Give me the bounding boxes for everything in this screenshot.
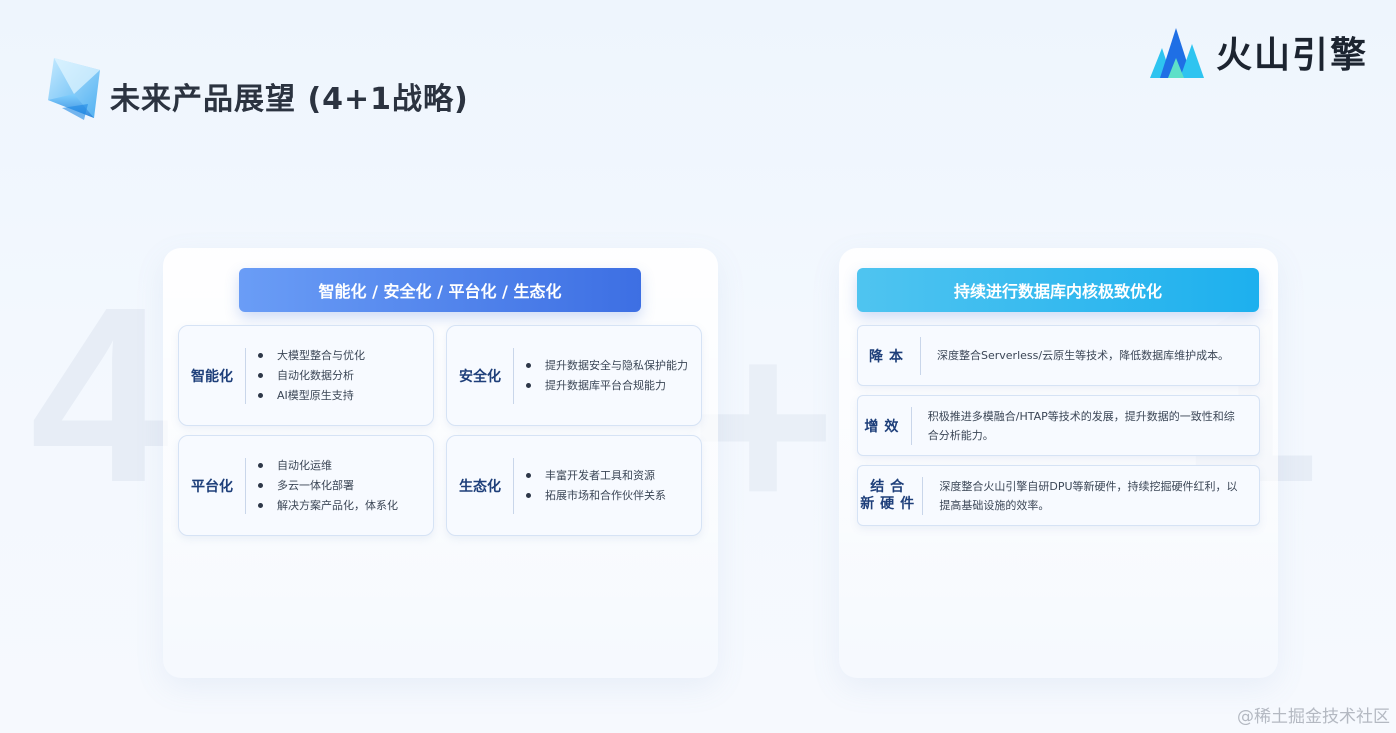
list-item: 大模型整合与优化 xyxy=(258,346,365,366)
row-new-hardware: 结合 新硬件 深度整合火山引擎自研DPU等新硬件，持续挖掘硬件红利，以提高基础设… xyxy=(857,465,1260,526)
card-security: 安全化 提升数据安全与隐私保护能力 提升数据库平台合规能力 xyxy=(446,325,702,426)
strategy-panel-1: 持续进行数据库内核极致优化 降本 深度整合Serverless/云原生等技术，降… xyxy=(839,248,1278,678)
right-banner: 持续进行数据库内核极致优化 xyxy=(857,268,1259,312)
card-title: 安全化 xyxy=(447,347,514,404)
list-item: 多云一体化部署 xyxy=(258,476,398,496)
row-text: 深度整合Serverless/云原生等技术，降低数据库维护成本。 xyxy=(937,349,1230,362)
row-efficiency: 增效 积极推进多模融合/HTAP等技术的发展，提升数据的一致性和综合分析能力。 xyxy=(857,395,1260,456)
row-title-line: 新硬件 xyxy=(860,495,921,512)
list-item: 拓展市场和合作伙伴关系 xyxy=(526,486,666,506)
page-title: 未来产品展望 (4+1战略) xyxy=(110,82,469,117)
row-title-line: 结合 xyxy=(870,478,911,495)
row-cost-reduction: 降本 深度整合Serverless/云原生等技术，降低数据库维护成本。 xyxy=(857,325,1260,386)
row-text: 深度整合火山引擎自研DPU等新硬件，持续挖掘硬件红利，以提高基础设施的效率。 xyxy=(939,479,1238,512)
strategy-panel-4: 智能化 / 安全化 / 平台化 / 生态化 智能化 大模型整合与优化 自动化数据… xyxy=(163,248,718,678)
card-title: 智能化 xyxy=(179,347,246,404)
watermark: @稀土掘金技术社区 xyxy=(1237,707,1390,727)
brand-logo: 火山引擎 xyxy=(1150,22,1368,82)
list-item: 自动化运维 xyxy=(258,456,398,476)
background-four: 4 xyxy=(30,255,170,534)
logo-text: 火山引擎 xyxy=(1216,35,1369,76)
card-list: 丰富开发者工具和资源 拓展市场和合作伙伴关系 xyxy=(514,466,666,506)
list-item: 提升数据安全与隐私保护能力 xyxy=(526,356,688,376)
card-title: 平台化 xyxy=(179,457,246,514)
row-title: 增效 xyxy=(858,406,912,445)
row-text: 积极推进多模融合/HTAP等技术的发展，提升数据的一致性和综合分析能力。 xyxy=(927,409,1235,442)
list-item: AI模型原生支持 xyxy=(258,386,365,406)
card-intelligent: 智能化 大模型整合与优化 自动化数据分析 AI模型原生支持 xyxy=(178,325,434,426)
row-title: 结合 新硬件 xyxy=(858,476,924,515)
list-item: 丰富开发者工具和资源 xyxy=(526,466,666,486)
card-list: 自动化运维 多云一体化部署 解决方案产品化，体系化 xyxy=(246,456,398,516)
card-platform: 平台化 自动化运维 多云一体化部署 解决方案产品化，体系化 xyxy=(178,435,434,536)
card-list: 提升数据安全与隐私保护能力 提升数据库平台合规能力 xyxy=(514,356,688,396)
crystal-icon xyxy=(44,54,108,126)
list-item: 自动化数据分析 xyxy=(258,366,365,386)
card-list: 大模型整合与优化 自动化数据分析 AI模型原生支持 xyxy=(246,346,365,406)
left-banner: 智能化 / 安全化 / 平台化 / 生态化 xyxy=(239,268,641,312)
list-item: 提升数据库平台合规能力 xyxy=(526,376,688,396)
card-title: 生态化 xyxy=(447,457,514,514)
list-item: 解决方案产品化，体系化 xyxy=(258,496,398,516)
volcano-engine-logo-icon xyxy=(1150,22,1204,82)
card-ecosystem: 生态化 丰富开发者工具和资源 拓展市场和合作伙伴关系 xyxy=(446,435,702,536)
row-title: 降本 xyxy=(858,336,921,375)
